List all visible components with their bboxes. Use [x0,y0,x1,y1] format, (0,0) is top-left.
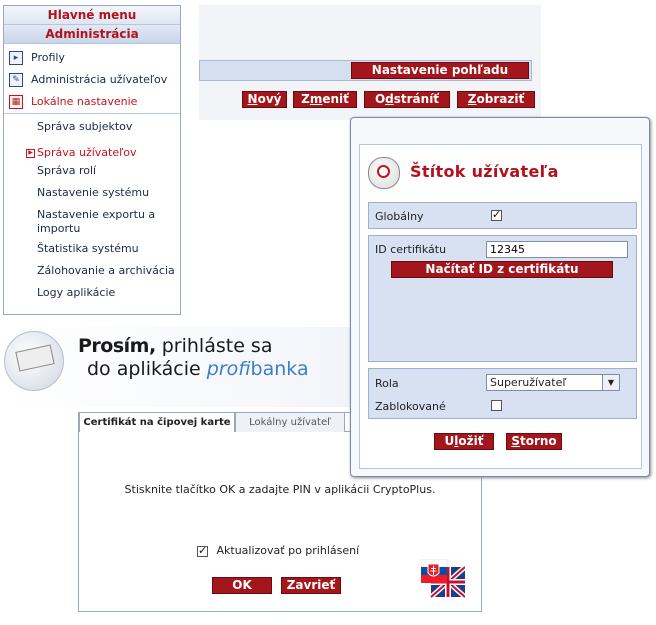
menu-item-label: Administrácia užívateľov [31,73,168,86]
submenu-sprava-roli[interactable]: Správa rolí [4,164,180,186]
update-after-login-label: Aktualizovať po prihlásení [216,544,360,557]
view-settings-bar: Nastavenie pohľadu [199,60,532,81]
role-select-value: Superužívateľ [490,376,567,389]
login-title-line2: do aplikácie profibanka [87,358,309,380]
menu-section-administracia[interactable]: Administrácia [4,25,180,44]
users-admin-icon: ✎ [9,73,23,87]
submenu-sprava-uzivatelov[interactable]: ▶ Správa užívateľov [4,142,180,164]
submenu-label: Správa užívateľov [37,146,137,159]
role-section: Rola Superužívateľ ▼ Zablokované [368,368,637,419]
delete-button[interactable]: Odstráníť [364,91,450,108]
main-menu: Hlavné menu Administrácia ▸ Profily ✎ Ad… [3,5,181,315]
cert-id-input[interactable] [486,241,628,258]
load-cert-id-button[interactable]: Načítať ID z certifikátu [391,261,613,278]
settings-tools-icon [368,157,400,189]
menu-header: Hlavné menu [4,6,180,25]
toolbar-window: Nastavenie pohľadu Nový Zmeniť Odstráníť… [199,5,541,120]
profile-icon: ▸ [9,51,23,65]
submenu-nastavenie-systemu[interactable]: Nastavenie systému [4,186,180,208]
role-select[interactable]: Superužívateľ ▼ [486,374,620,391]
submenu-statistika-systemu[interactable]: Štatistika systému [4,242,180,264]
local-settings-icon: ▦ [9,95,23,109]
login-message: Stisknite tlačítko OK a zadajte PIN v ap… [124,483,436,496]
menu-item-administracia-uzivatelov[interactable]: ✎ Administrácia užívateľov [4,69,180,91]
blocked-label: Zablokované [375,400,446,413]
role-label: Rola [375,377,399,390]
submenu-nastavenie-exportu[interactable]: Nastavenie exportu a importu [4,208,180,242]
close-button[interactable]: Zavrieť [281,577,341,594]
global-label: Globálny [375,210,424,223]
menu-item-profily[interactable]: ▸ Profily [4,47,180,69]
global-section: Globálny [368,202,637,229]
certificate-section: ID certifikátu Načítať ID z certifikátu [368,235,637,362]
blocked-checkbox[interactable] [491,400,502,411]
submenu-sprava-subjektov[interactable]: Správa subjektov [4,119,180,142]
login-title-line1: Prosím, prihláste sa [78,335,273,357]
menu-item-label: Profily [31,51,65,64]
dialog-title: Štítok užívateľa [410,162,559,181]
menu-item-label: Lokálne nastavenie [31,95,138,108]
ok-button[interactable]: OK [212,577,272,594]
dialog-body: Štítok užívateľa Globálny ID certifikátu… [359,144,642,469]
cert-id-label: ID certifikátu [375,243,447,256]
menu-item-lokalne-nastavenie[interactable]: ▦ Lokálne nastavenie [4,91,180,113]
show-button[interactable]: Zobraziť [457,91,535,108]
update-after-login-checkbox[interactable] [197,544,208,557]
save-button[interactable]: Uložiť [434,433,494,450]
keyboard-hand-icon [4,331,64,391]
new-button[interactable]: Nový [242,91,287,108]
brand-banka: banka [250,358,309,380]
view-settings-button[interactable]: Nastavenie pohľadu [351,62,529,79]
brand-profi: profi [206,358,251,380]
language-flags-icon[interactable] [421,559,465,599]
edit-button[interactable]: Zmeniť [293,91,357,108]
user-label-dialog: Štítok užívateľa Globálny ID certifikátu… [350,117,650,477]
tab-certificate-card[interactable]: Certifikát na čipovej karte [79,412,235,432]
global-checkbox[interactable] [491,208,502,221]
submenu-logy-aplikacie[interactable]: Logy aplikácie [4,286,180,308]
chevron-down-icon: ▼ [602,375,619,390]
update-after-login-row: Aktualizovať po prihlásení [197,544,359,557]
active-marker-icon: ▶ [26,148,35,158]
tab-local-user[interactable]: Lokálny užívateľ [235,412,345,432]
cancel-button[interactable]: Storno [506,433,562,450]
submenu-zalohovanie[interactable]: Zálohovanie a archivácia [4,264,180,286]
